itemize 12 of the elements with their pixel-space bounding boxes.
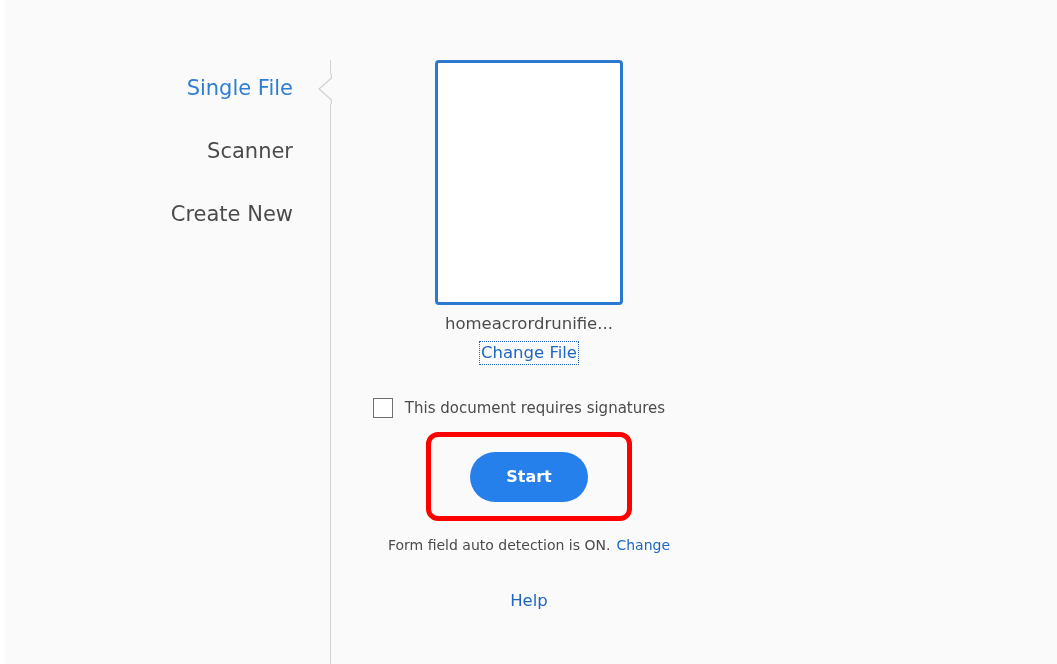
detection-status: Form field auto detection is ON. — [387, 537, 611, 553]
change-link[interactable]: Change — [616, 537, 671, 553]
signature-checkbox[interactable] — [372, 398, 393, 418]
help-link[interactable]: Help — [510, 591, 548, 610]
sidebar-item[interactable]: Create New — [170, 199, 293, 229]
sidebar-item[interactable]: Single File — [186, 73, 293, 103]
change-file-link[interactable]: Change File — [479, 341, 579, 365]
document-thumbnail[interactable] — [435, 60, 623, 305]
file-name: homeacrordrunifie... — [445, 313, 613, 335]
start-button[interactable]: Start — [470, 451, 588, 502]
sidebar-item[interactable]: Scanner — [207, 136, 293, 166]
checkbox-label: This document requires signatures — [404, 399, 666, 417]
